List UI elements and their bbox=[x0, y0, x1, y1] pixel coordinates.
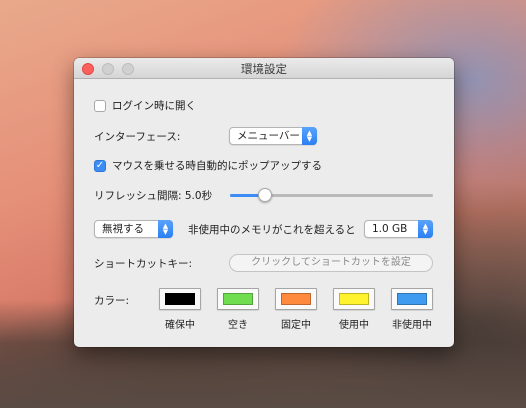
interface-label: インターフェース: bbox=[94, 131, 181, 143]
shortcut-recorder-field[interactable]: クリックしてショートカットを設定 bbox=[229, 254, 433, 272]
color-well-wired[interactable] bbox=[159, 288, 201, 310]
color-well-fill bbox=[397, 293, 427, 305]
popup-arrows-icon: ▲ ▼ bbox=[302, 127, 317, 145]
refresh-slider[interactable] bbox=[230, 188, 433, 202]
colors-label: カラー: bbox=[94, 295, 130, 307]
color-well-fill bbox=[223, 293, 253, 305]
color-label-wired: 確保中 bbox=[165, 320, 195, 331]
memory-threshold-popup[interactable]: 1.0 GB ▲ ▼ bbox=[364, 220, 433, 238]
color-well-fixed[interactable] bbox=[275, 288, 317, 310]
preferences-window: 環境設定 ログイン時に開く インターフェース: メニューバー ▲ ▼ ✓ マウスを… bbox=[74, 58, 454, 347]
interface-popup[interactable]: メニューバー ▲ ▼ bbox=[229, 127, 317, 145]
color-well-fill bbox=[165, 293, 195, 305]
color-label-free: 空き bbox=[228, 320, 248, 331]
hover-popup-checkbox[interactable]: ✓ bbox=[94, 160, 106, 172]
title-bar[interactable]: 環境設定 bbox=[74, 58, 454, 79]
memory-action-popup[interactable]: 無視する ▲ ▼ bbox=[94, 220, 173, 238]
color-well-active[interactable] bbox=[333, 288, 375, 310]
shortcut-label: ショートカットキー: bbox=[94, 258, 193, 270]
color-well-fill bbox=[339, 293, 369, 305]
color-well-fill bbox=[281, 293, 311, 305]
popup-arrows-icon: ▲ ▼ bbox=[158, 220, 173, 238]
color-label-active: 使用中 bbox=[339, 320, 369, 331]
color-well-free[interactable] bbox=[217, 288, 259, 310]
color-label-inactive: 非使用中 bbox=[392, 320, 432, 331]
color-well-inactive[interactable] bbox=[391, 288, 433, 310]
memory-condition-label: 非使用中のメモリがこれを超えると bbox=[188, 224, 356, 236]
popup-arrows-icon: ▲ ▼ bbox=[418, 220, 433, 238]
hover-popup-label: マウスを乗せる時自動的にポップアップする bbox=[112, 160, 322, 172]
memory-action-value: 無視する bbox=[102, 223, 144, 235]
window-title: 環境設定 bbox=[241, 62, 287, 76]
login-checkbox[interactable] bbox=[94, 100, 106, 112]
login-label: ログイン時に開く bbox=[112, 100, 196, 112]
refresh-slider-knob[interactable] bbox=[258, 188, 272, 202]
color-label-fixed: 固定中 bbox=[281, 320, 311, 331]
interface-popup-value: メニューバー bbox=[237, 130, 300, 142]
refresh-interval-label: リフレッシュ間隔: 5.0秒 bbox=[94, 190, 213, 202]
memory-threshold-value: 1.0 GB bbox=[372, 223, 408, 235]
